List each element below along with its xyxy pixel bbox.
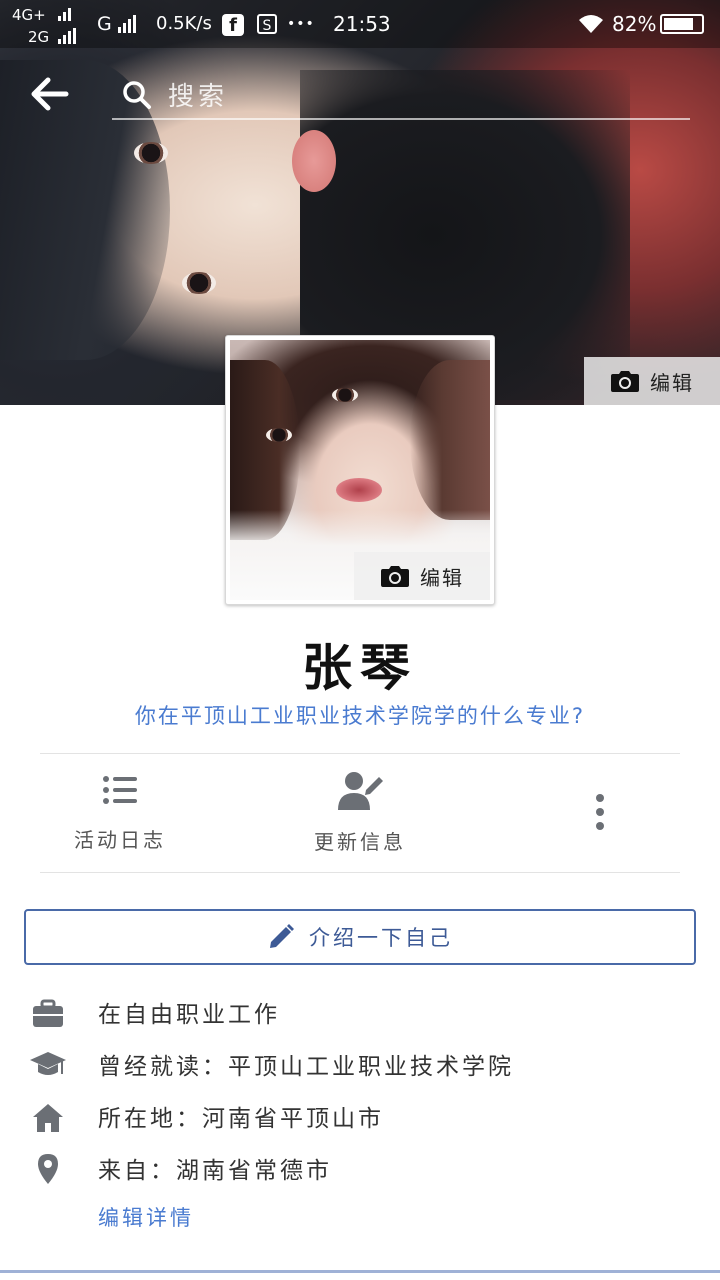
list-icon <box>103 776 137 804</box>
info-hometown-text: 来自：湖南省常德市 <box>98 1158 332 1184</box>
cover-eye-right <box>182 272 216 294</box>
top-bar <box>0 60 720 132</box>
camera-icon <box>381 566 409 587</box>
info-hometown: 来自：湖南省常德市 <box>0 1143 720 1193</box>
profile-name: 张琴 <box>302 638 418 697</box>
signal-icon-2 <box>58 28 76 44</box>
battery-icon <box>660 14 704 34</box>
back-button[interactable] <box>30 76 78 116</box>
bottom-divider <box>0 1270 720 1273</box>
clock: 21:53 <box>333 12 391 36</box>
cover-lips <box>292 130 336 192</box>
more-options-button[interactable] <box>570 790 630 838</box>
info-education-text: 曾经就读：平顶山工业职业技术学院 <box>98 1054 514 1080</box>
wifi-icon <box>579 15 603 33</box>
camera-icon <box>611 371 639 392</box>
info-education: 曾经就读：平顶山工业职业技术学院 <box>0 1039 720 1089</box>
briefcase-icon <box>33 999 63 1027</box>
info-current-city: 所在地：河南省平顶山市 <box>0 1091 720 1141</box>
divider <box>40 872 680 873</box>
app-s-icon: S <box>257 14 277 34</box>
pencil-icon <box>270 924 294 948</box>
info-work: 在自由职业工作 <box>0 987 720 1037</box>
avatar-eye-right <box>332 388 358 402</box>
introduce-yourself-label: 介绍一下自己 <box>309 926 453 950</box>
edit-details-link[interactable]: 编辑详情 <box>98 1202 194 1232</box>
cover-edit-label: 编辑 <box>650 370 694 395</box>
profile-picture[interactable]: 编辑 <box>225 335 495 605</box>
more-notifications: ••• <box>287 16 315 32</box>
battery-percent: 82% <box>612 12 657 36</box>
cover-edit-button[interactable]: 编辑 <box>584 357 720 405</box>
divider <box>40 753 680 754</box>
avatar-eye-left <box>266 428 292 442</box>
facebook-icon: f <box>222 14 244 36</box>
network-type-2: 2G <box>28 28 50 46</box>
status-bar: 4G+ 2G G 0.5K/s f S ••• 21:53 82% <box>0 0 720 48</box>
signal-icon-1 <box>58 8 71 21</box>
search-input[interactable] <box>166 76 670 118</box>
avatar-hair-right <box>410 360 490 520</box>
signal-icon-3 <box>118 15 136 33</box>
info-work-text: 在自由职业工作 <box>98 1002 280 1028</box>
carrier-g: G <box>97 13 112 35</box>
back-arrow-icon <box>31 77 69 111</box>
network-type-1: 4G+ <box>12 6 46 24</box>
search-bar[interactable] <box>112 74 690 120</box>
update-info-label: 更新信息 <box>314 830 406 854</box>
more-vertical-icon <box>596 794 604 830</box>
avatar-mouth <box>336 478 382 502</box>
avatar-edit-button[interactable]: 编辑 <box>354 552 490 600</box>
info-current-city-text: 所在地：河南省平顶山市 <box>98 1106 384 1132</box>
profile-question-link[interactable]: 你在平顶山工业职业技术学院学的什么专业? <box>0 700 720 730</box>
update-info-button[interactable]: 更新信息 <box>300 770 420 855</box>
graduation-cap-icon <box>30 1052 66 1075</box>
avatar-edit-label: 编辑 <box>420 565 464 590</box>
activity-log-button[interactable]: 活动日志 <box>60 770 180 853</box>
activity-log-label: 活动日志 <box>74 828 166 852</box>
cover-eye-left <box>134 142 168 164</box>
edit-person-icon <box>338 772 383 810</box>
network-speed: 0.5K/s <box>156 13 212 34</box>
introduce-yourself-button[interactable]: 介绍一下自己 <box>24 909 696 965</box>
location-pin-icon <box>38 1154 58 1184</box>
home-icon <box>33 1104 63 1132</box>
search-icon <box>123 81 151 109</box>
